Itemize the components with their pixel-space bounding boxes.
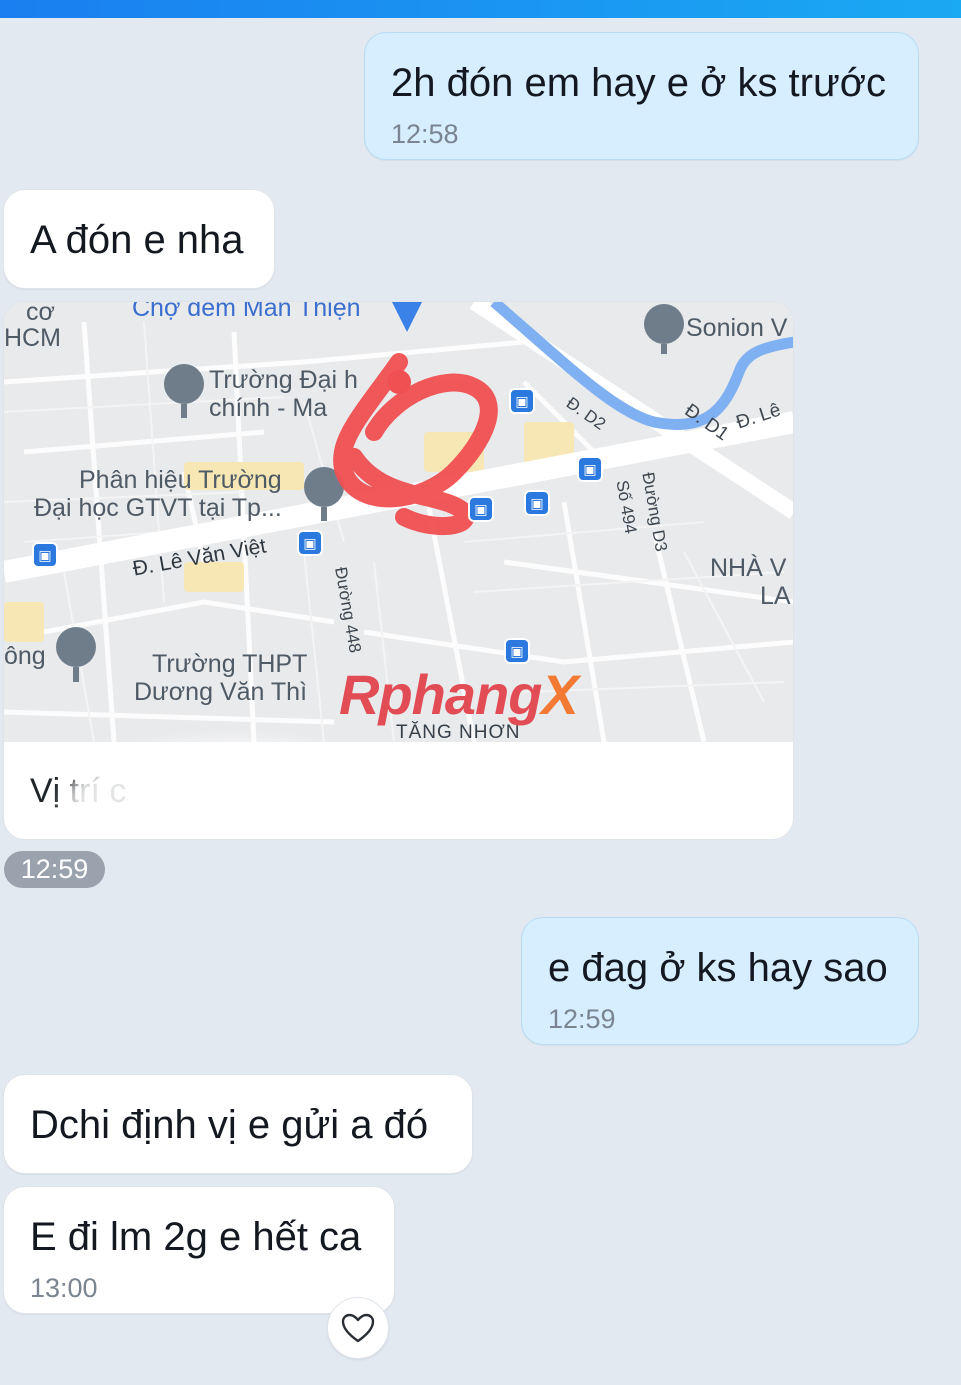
map-label: LA: [760, 582, 791, 610]
location-time-badge: 12:59: [4, 851, 105, 888]
message-bubble-outgoing[interactable]: 2h đón em hay e ở ks trước 12:58: [364, 32, 919, 160]
bus-stop-icon: ▣: [509, 388, 535, 414]
map-preview[interactable]: Chợ đêm Man Thiện cơ HCM Trường Đại h ch…: [4, 302, 793, 742]
message-bubble-incoming[interactable]: Dchi định vị e gửi a đó: [3, 1074, 473, 1174]
react-heart-button[interactable]: [327, 1297, 389, 1359]
bus-stop-icon: ▣: [524, 490, 550, 516]
bus-stop-icon: ▣: [32, 542, 58, 568]
status-accent-bar: [0, 0, 961, 18]
message-time: 13:00: [30, 1273, 98, 1303]
map-label: ông: [4, 642, 46, 670]
bus-stop-icon: ▣: [297, 530, 323, 556]
message-bubble-incoming[interactable]: E đi lm 2g e hết ca 13:00: [3, 1186, 395, 1314]
bus-stop-icon: ▣: [504, 638, 530, 664]
map-label: Trường Đại h: [209, 366, 358, 394]
map-label: chính - Ma: [209, 394, 328, 422]
map-label: Chợ đêm Man Thiện: [132, 302, 361, 322]
map-label: Sonion V: [686, 314, 788, 342]
message-text: e đag ở ks hay sao: [548, 946, 888, 990]
message-text: E đi lm 2g e hết ca: [30, 1215, 362, 1259]
watermark-logo: RphangX: [339, 663, 579, 726]
map-label: Dương Văn Thì: [134, 678, 308, 706]
message-bubble-outgoing[interactable]: e đag ở ks hay sao 12:59: [521, 917, 919, 1045]
heart-icon: [341, 1313, 375, 1343]
map-label: Đại học GTVT tại Tp...: [34, 494, 282, 522]
map-label: Trường THPT: [152, 650, 308, 678]
location-share-card[interactable]: Chợ đêm Man Thiện cơ HCM Trường Đại h ch…: [3, 301, 794, 840]
message-time: 12:59: [548, 1004, 616, 1034]
message-text: Dchi định vị e gửi a đó: [30, 1103, 429, 1147]
message-text: 2h đón em hay e ở ks trước: [391, 61, 886, 105]
map-label: Phân hiệu Trường: [79, 466, 282, 494]
message-bubble-incoming[interactable]: A đón e nha: [3, 189, 275, 289]
message-time: 12:58: [391, 119, 459, 149]
bus-stop-icon: ▣: [468, 496, 494, 522]
bus-stop-icon: ▣: [577, 456, 603, 482]
message-text: A đón e nha: [30, 218, 244, 262]
map-label: NHÀ V: [710, 554, 787, 582]
map-label: HCM: [4, 324, 61, 352]
